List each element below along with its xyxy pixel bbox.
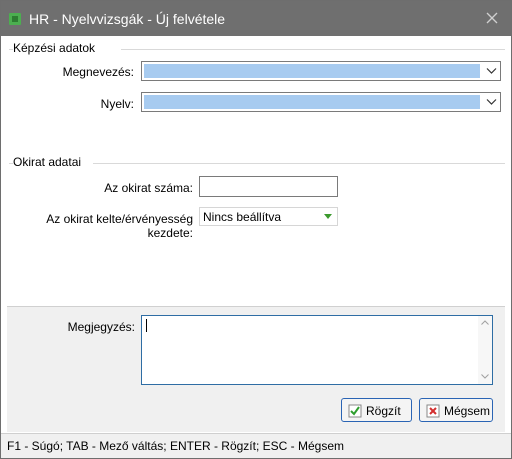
cancel-icon	[426, 404, 440, 418]
title-bar[interactable]: HR - Nyelvvizsgák - Új felvétele	[1, 1, 511, 36]
certificate-number-label: Az okirat száma:	[104, 181, 193, 195]
text-caret	[146, 319, 147, 332]
cancel-button-label: Mégsem	[444, 404, 491, 418]
certificate-date-picker[interactable]: Nincs beállítva	[199, 207, 338, 226]
dropdown-arrow-icon[interactable]	[324, 214, 332, 219]
name-label: Megnevezés:	[62, 65, 134, 79]
name-combobox-value	[144, 64, 480, 78]
note-scrollbar[interactable]	[478, 316, 492, 384]
status-bar: F1 - Súgó; TAB - Mező váltás; ENTER - Rö…	[1, 433, 511, 458]
language-label: Nyelv:	[100, 97, 134, 111]
note-textarea[interactable]	[141, 315, 493, 385]
chevron-down-icon[interactable]	[486, 98, 497, 106]
app-icon	[9, 13, 21, 25]
dialog-window: HR - Nyelvvizsgák - Új felvétele Képzési…	[0, 0, 512, 459]
name-combobox[interactable]	[141, 61, 501, 81]
window-title: HR - Nyelvvizsgák - Új felvétele	[29, 11, 226, 27]
scroll-up-icon[interactable]	[481, 320, 489, 325]
checkmark-icon	[348, 404, 362, 418]
certificate-date-value: Nincs beállítva	[203, 210, 282, 224]
certificate-date-label: Az okirat kelte/érvényesség kezdete:	[46, 212, 193, 240]
save-button-label: Rögzít	[366, 404, 401, 418]
language-combobox[interactable]	[141, 92, 501, 112]
group-divider	[121, 49, 505, 50]
dialog-body: Képzési adatok Megnevezés: Nyelv: Okirat…	[1, 36, 511, 458]
cancel-button[interactable]: Mégsem	[419, 398, 493, 422]
close-icon[interactable]	[481, 7, 503, 29]
group-divider	[93, 163, 505, 164]
note-panel: Megjegyzés: Rögzít Mégsem	[7, 306, 505, 432]
note-label: Megjegyzés:	[67, 320, 135, 334]
scroll-down-icon[interactable]	[481, 374, 489, 379]
certificate-group-title: Okirat adatai	[13, 155, 82, 169]
language-combobox-value	[144, 95, 480, 109]
certificate-number-input[interactable]	[199, 176, 338, 197]
training-group-title: Képzési adatok	[13, 41, 96, 55]
save-button[interactable]: Rögzít	[341, 398, 412, 422]
group-divider	[9, 49, 13, 50]
chevron-down-icon[interactable]	[486, 67, 497, 75]
group-divider	[9, 163, 13, 164]
status-bar-text: F1 - Súgó; TAB - Mező váltás; ENTER - Rö…	[7, 439, 344, 453]
